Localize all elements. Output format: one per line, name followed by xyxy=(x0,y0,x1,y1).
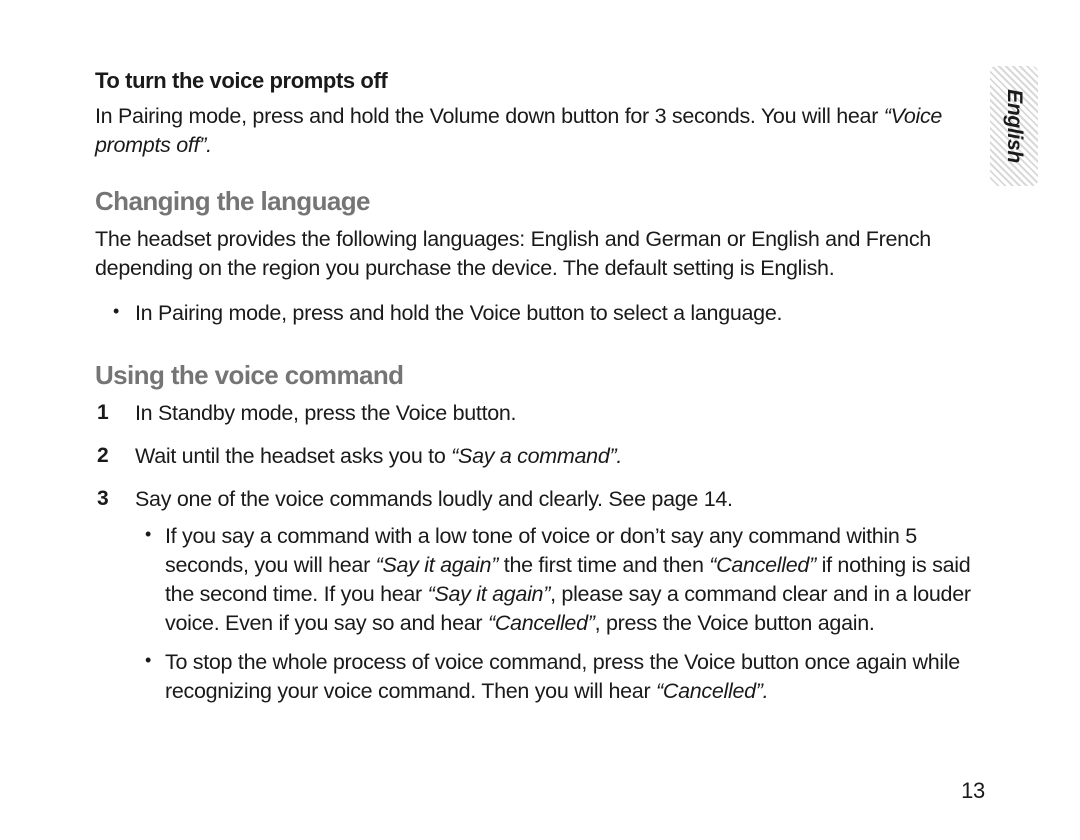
text-run: In Pairing mode, press and hold the Volu… xyxy=(95,104,884,128)
list-item: If you say a command with a low tone of … xyxy=(135,522,985,638)
quote-say-it-again-1: “Say it again” xyxy=(376,553,498,577)
step-3-sub-bullets: If you say a command with a low tone of … xyxy=(135,522,985,706)
text-run: Say one of the voice commands loudly and… xyxy=(135,487,733,511)
list-item: To stop the whole process of voice comma… xyxy=(135,648,985,706)
step-2: Wait until the headset asks you to “Say … xyxy=(95,442,985,471)
page-number: 13 xyxy=(961,778,985,804)
language-side-tab: English xyxy=(990,66,1038,186)
quote-say-a-command: “Say a command”. xyxy=(451,444,622,468)
quote-say-it-again-2: “Say it again” xyxy=(428,582,550,606)
manual-page: English To turn the voice prompts off In… xyxy=(0,0,1080,840)
text-run: the first time and then xyxy=(498,553,709,577)
para-voice-prompts-off: In Pairing mode, press and hold the Volu… xyxy=(95,102,955,160)
voice-cmd-steps: In Standby mode, press the Voice button.… xyxy=(95,399,985,706)
quote-cancelled-2: “Cancelled” xyxy=(488,611,595,635)
heading-voice-prompts-off: To turn the voice prompts off xyxy=(95,66,985,96)
quote-cancelled-1: “Cancelled” xyxy=(709,553,816,577)
quote-cancelled-3: “Cancelled”. xyxy=(656,679,768,703)
page-content: To turn the voice prompts off In Pairing… xyxy=(95,66,985,706)
text-run: Wait until the headset asks you to xyxy=(135,444,451,468)
language-label: English xyxy=(1002,89,1026,163)
step-1: In Standby mode, press the Voice button. xyxy=(95,399,985,428)
section-title-language: Changing the language xyxy=(95,184,985,219)
text-run: To stop the whole process of voice comma… xyxy=(165,650,960,703)
text-run: , press the Voice button again. xyxy=(595,611,875,635)
para-language: The headset provides the following langu… xyxy=(95,225,955,283)
language-bullets: In Pairing mode, press and hold the Voic… xyxy=(95,299,985,328)
step-3: Say one of the voice commands loudly and… xyxy=(95,485,985,706)
section-title-voice-cmd: Using the voice command xyxy=(95,358,985,393)
list-item: In Pairing mode, press and hold the Voic… xyxy=(95,299,985,328)
